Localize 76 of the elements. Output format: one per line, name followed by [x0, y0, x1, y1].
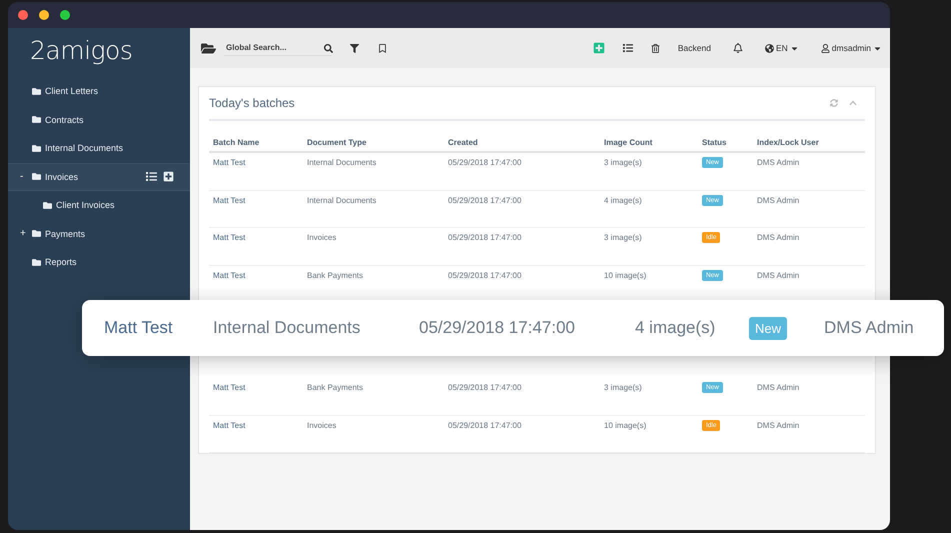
lock-user: DMS Admin [757, 420, 800, 430]
user-icon [820, 44, 830, 52]
column-header: Created [448, 138, 479, 147]
card-title: Today's batches [209, 96, 296, 110]
add-icon[interactable] [163, 171, 174, 182]
document-type: Bank Payments [307, 270, 364, 280]
lock-user: DMS Admin [757, 233, 800, 242]
logo: 2amigos [29, 35, 134, 67]
bell-icon[interactable] [732, 43, 743, 53]
image-count: 4 image(s) [604, 196, 643, 204]
column-header: Status [702, 138, 728, 147]
document-type: Invoices [307, 233, 338, 242]
batch-name: Matt Test [213, 383, 246, 392]
created-date: 05/29/2018 17:47:00 [448, 196, 522, 204]
user-menu[interactable]: dmsadmin [820, 43, 882, 53]
created-date: 05/29/2018 17:47:00 [448, 270, 522, 280]
list-icon[interactable] [146, 171, 157, 182]
sidebar-item[interactable]: Client Invoices [8, 191, 190, 220]
folder-icon [32, 172, 41, 182]
created-date: 05/29/2018 17:47:00 [448, 158, 522, 167]
document-type: Internal Documents [307, 158, 378, 167]
batch-name: Matt Test [213, 420, 246, 430]
sidebar-item[interactable]: + Payments [8, 220, 190, 248]
folder-icon [32, 115, 41, 124]
list-icon[interactable] [622, 43, 633, 53]
status-badge: New [749, 316, 788, 340]
image-count: 3 image(s) [604, 158, 643, 167]
created-date: 05/29/2018 17:47:00 [419, 318, 576, 338]
close-button[interactable] [18, 10, 28, 20]
maximize-button[interactable] [60, 10, 70, 20]
lock-user: DMS Admin [757, 383, 800, 392]
filter-icon[interactable] [350, 44, 359, 52]
lock-user: DMS Admin [757, 158, 800, 167]
sidebar-item[interactable]: Internal Documents [8, 134, 190, 162]
document-type: Internal Documents [307, 196, 378, 204]
sidebar-item[interactable]: Contracts [8, 106, 190, 134]
batch-name: Matt Test [213, 270, 246, 280]
backend-link[interactable]: Backend [678, 43, 711, 53]
minimize-button[interactable] [39, 10, 49, 20]
folder-icon [32, 86, 41, 96]
document-type: Internal Documents [213, 318, 362, 338]
folder-icon [32, 144, 41, 153]
language-menu[interactable]: EN [764, 43, 799, 53]
sidebar-item[interactable]: - Invoices [8, 162, 190, 191]
document-type: Bank Payments [307, 383, 364, 392]
search-field[interactable]: Global Search... [224, 40, 332, 56]
search-icon[interactable] [324, 44, 333, 52]
batch-name: Matt Test [213, 158, 246, 167]
bookmark-icon[interactable] [378, 44, 387, 52]
folder-icon [43, 200, 52, 210]
batch-name: Matt Test [213, 196, 246, 204]
created-date: 05/29/2018 17:47:00 [448, 383, 522, 392]
lock-user: DMS Admin [757, 196, 800, 204]
batch-name: Matt Test [213, 233, 246, 242]
column-header: Index/Lock User [757, 138, 820, 147]
created-date: 05/29/2018 17:47:00 [448, 420, 522, 430]
image-count: 4 image(s) [635, 318, 716, 338]
document-type: Invoices [307, 420, 338, 430]
folder-icon[interactable] [201, 40, 216, 56]
column-header: Batch Name [213, 138, 260, 147]
image-count: 10 image(s) [604, 270, 648, 280]
sidebar-item[interactable]: Reports [8, 248, 190, 276]
lock-user: DMS Admin [824, 318, 915, 338]
column-header: Document Type [307, 138, 368, 147]
sidebar-item[interactable]: Client Letters [8, 77, 190, 106]
lock-user: DMS Admin [757, 270, 800, 280]
created-date: 05/29/2018 17:47:00 [448, 233, 522, 242]
globe-icon [764, 44, 774, 52]
image-count: 3 image(s) [604, 383, 643, 392]
batch-name: Matt Test [104, 318, 174, 338]
trash-icon[interactable] [650, 44, 660, 52]
image-count: 10 image(s) [604, 420, 648, 430]
folder-icon [32, 229, 41, 238]
column-header: Image Count [604, 138, 654, 147]
image-count: 3 image(s) [604, 233, 643, 242]
folder-icon [32, 258, 41, 267]
